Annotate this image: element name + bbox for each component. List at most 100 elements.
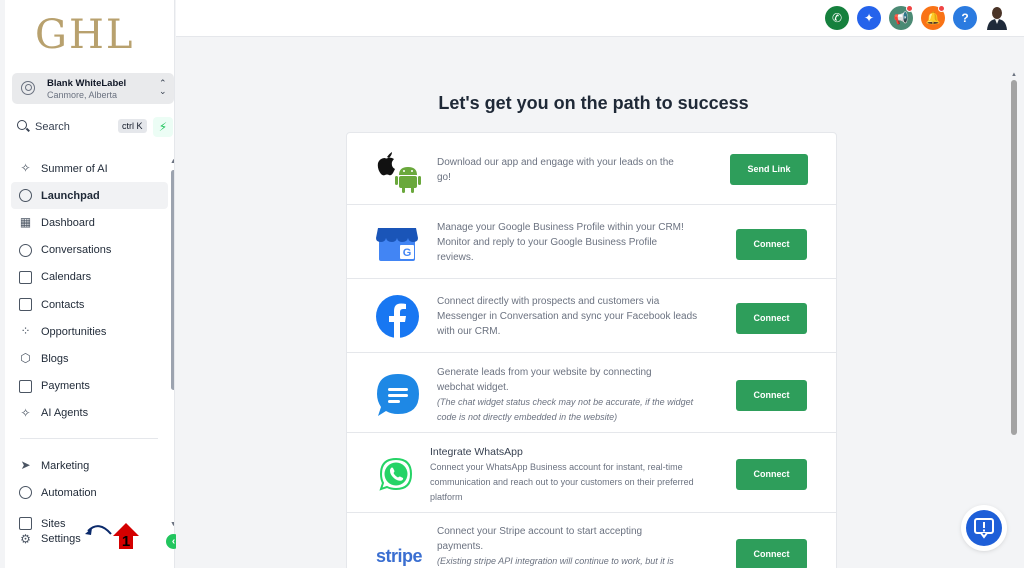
sidebar-item-label: Launchpad (41, 189, 100, 202)
sidebar: GHL Blank WhiteLabel Canmore, Alberta ⌃ ⌄… (5, 0, 175, 568)
sidebar-item-label: Payments (41, 380, 90, 393)
rocket-icon (19, 189, 32, 203)
dashboard-icon: ▦ (19, 215, 32, 230)
svg-text:1: 1 (122, 533, 130, 550)
sidebar-item-dashboard[interactable]: ▦ Dashboard (11, 209, 168, 236)
top-bar: ✆ ✦ 📢 🔔 ? (176, 0, 1024, 37)
sidebar-item-marketing[interactable]: ➤ Marketing (11, 452, 168, 479)
sidebar-item-opportunities[interactable]: ⁘ Opportunities (11, 318, 168, 345)
sidebar-item-label: Sites (41, 517, 66, 530)
notification-dot (938, 5, 945, 12)
sidebar-item-label: Summer of AI (41, 162, 108, 175)
scroll-down-icon[interactable]: ▼ (170, 521, 174, 528)
calendar-icon (19, 270, 32, 284)
send-link-button[interactable]: Send Link (730, 154, 808, 185)
sidebar-nav: ✧ Summer of AI Launchpad ▦ Dashboard Conve… (11, 155, 168, 427)
list-item-facebook: Connect directly with prospects and cust… (347, 279, 836, 353)
sidebar-item-label: Calendars (41, 271, 92, 284)
search-label: Search (35, 121, 70, 133)
connect-whatsapp-button[interactable]: Connect (736, 459, 807, 490)
automation-icon (19, 486, 32, 499)
sidebar-item-calendars[interactable]: Calendars (11, 264, 168, 291)
payments-icon (19, 379, 32, 393)
sidebar-item-label: AI Agents (41, 407, 89, 420)
sparkle-ai-icon[interactable]: ✦ (857, 6, 881, 30)
sidebar-item-contacts[interactable]: Contacts (11, 291, 168, 318)
list-item-app: Download our app and engage with your le… (347, 133, 836, 205)
facebook-icon (376, 295, 419, 338)
quick-action-bolt-icon[interactable]: ⚡ (153, 117, 173, 137)
sparkle-icon: ✧ (20, 161, 31, 176)
connect-stripe-button[interactable]: Connect (736, 539, 807, 568)
sidebar-scrollbar[interactable] (171, 170, 174, 390)
sidebar-nav-lower: ➤ Marketing Automation (11, 452, 168, 506)
connect-google-button[interactable]: Connect (736, 229, 807, 260)
google-business-icon: G (376, 228, 418, 261)
integrations-card: Download our app and engage with your le… (346, 132, 837, 568)
list-item-stripe: stripe Connect your Stripe account to st… (347, 513, 836, 568)
scrollbar-thumb[interactable] (1011, 80, 1017, 435)
account-avatar-icon (21, 81, 35, 95)
search-icon (17, 120, 27, 130)
sidebar-item-ai-agents[interactable]: ✧ AI Agents (11, 400, 168, 427)
scroll-up-icon[interactable]: ▲ (170, 158, 174, 165)
page-title: Let's get you on the path to success (438, 93, 749, 113)
sidebar-item-launchpad[interactable]: Launchpad (11, 182, 168, 210)
row-description: Generate leads from your website by conn… (437, 367, 694, 422)
account-switcher[interactable]: Blank WhiteLabel Canmore, Alberta ⌃ ⌄ (12, 73, 174, 104)
send-icon: ➤ (20, 458, 31, 472)
list-item-google-business: G Manage your Google Business Profile wi… (347, 205, 836, 279)
notification-dot (906, 5, 913, 12)
chevron-updown-icon: ⌃ ⌄ (159, 78, 167, 96)
gear-icon: ⚙ (20, 531, 31, 546)
apple-android-icon (377, 152, 421, 193)
list-item-webchat: Generate leads from your website by conn… (347, 353, 836, 433)
annotation-arrow-icon (85, 525, 112, 535)
list-item-whatsapp: Integrate WhatsApp Connect your WhatsApp… (347, 433, 836, 513)
divider (20, 438, 158, 439)
main-scrollbar[interactable]: ▲ (1011, 38, 1024, 568)
annotation-number-badge: 1 (113, 523, 139, 550)
sidebar-item-payments[interactable]: Payments (11, 373, 168, 400)
row-description: Integrate WhatsApp Connect your WhatsApp… (430, 446, 694, 502)
opportunities-icon: ⁘ (20, 324, 31, 339)
cube-icon: ⬡ (20, 351, 31, 366)
row-description: Connect directly with prospects and cust… (437, 296, 698, 337)
sparkle-icon: ✧ (20, 405, 31, 420)
scroll-up-icon[interactable]: ▲ (1011, 72, 1017, 78)
sidebar-item-label: Blogs (41, 352, 69, 365)
whatsapp-icon (379, 457, 413, 491)
search-shortcut: ctrl K (118, 119, 147, 133)
sidebar-item-label: Marketing (41, 459, 90, 472)
row-description: Connect your Stripe account to start acc… (437, 526, 674, 566)
phone-icon[interactable]: ✆ (825, 6, 849, 30)
row-description: Download our app and engage with your le… (437, 157, 674, 183)
sidebar-item-label: Dashboard (41, 216, 95, 229)
row-description: Manage your Google Business Profile with… (437, 222, 684, 263)
connect-webchat-button[interactable]: Connect (736, 380, 807, 411)
main-content: Let's get you on the path to success Dow… (176, 38, 1011, 568)
chat-bubble-icon (966, 510, 1002, 546)
chat-icon (19, 243, 32, 257)
sidebar-item-conversations[interactable]: Conversations (11, 237, 168, 264)
user-avatar[interactable] (986, 5, 1008, 30)
sidebar-item-label: Conversations (41, 244, 112, 257)
sidebar-item-automation[interactable]: Automation (11, 479, 168, 506)
sidebar-item-label: Settings (41, 533, 81, 545)
help-icon[interactable]: ? (953, 6, 977, 30)
sidebar-item-label: Contacts (41, 298, 85, 311)
stripe-logo-icon: stripe (376, 546, 423, 566)
contacts-icon (19, 298, 32, 312)
search-button[interactable]: Search ctrl K (15, 117, 147, 137)
logo: GHL (35, 12, 135, 58)
connect-facebook-button[interactable]: Connect (736, 303, 807, 334)
account-name: Blank WhiteLabel (47, 78, 127, 89)
sites-icon (19, 517, 32, 531)
support-chat-button[interactable] (963, 507, 1005, 549)
sidebar-item-blogs[interactable]: ⬡ Blogs (11, 345, 168, 372)
webchat-icon (377, 374, 419, 416)
sidebar-item-label: Automation (41, 486, 97, 499)
sidebar-item-summer-of-ai[interactable]: ✧ Summer of AI (11, 155, 168, 182)
account-location: Canmore, Alberta (47, 90, 118, 100)
svg-text:G: G (403, 247, 412, 259)
